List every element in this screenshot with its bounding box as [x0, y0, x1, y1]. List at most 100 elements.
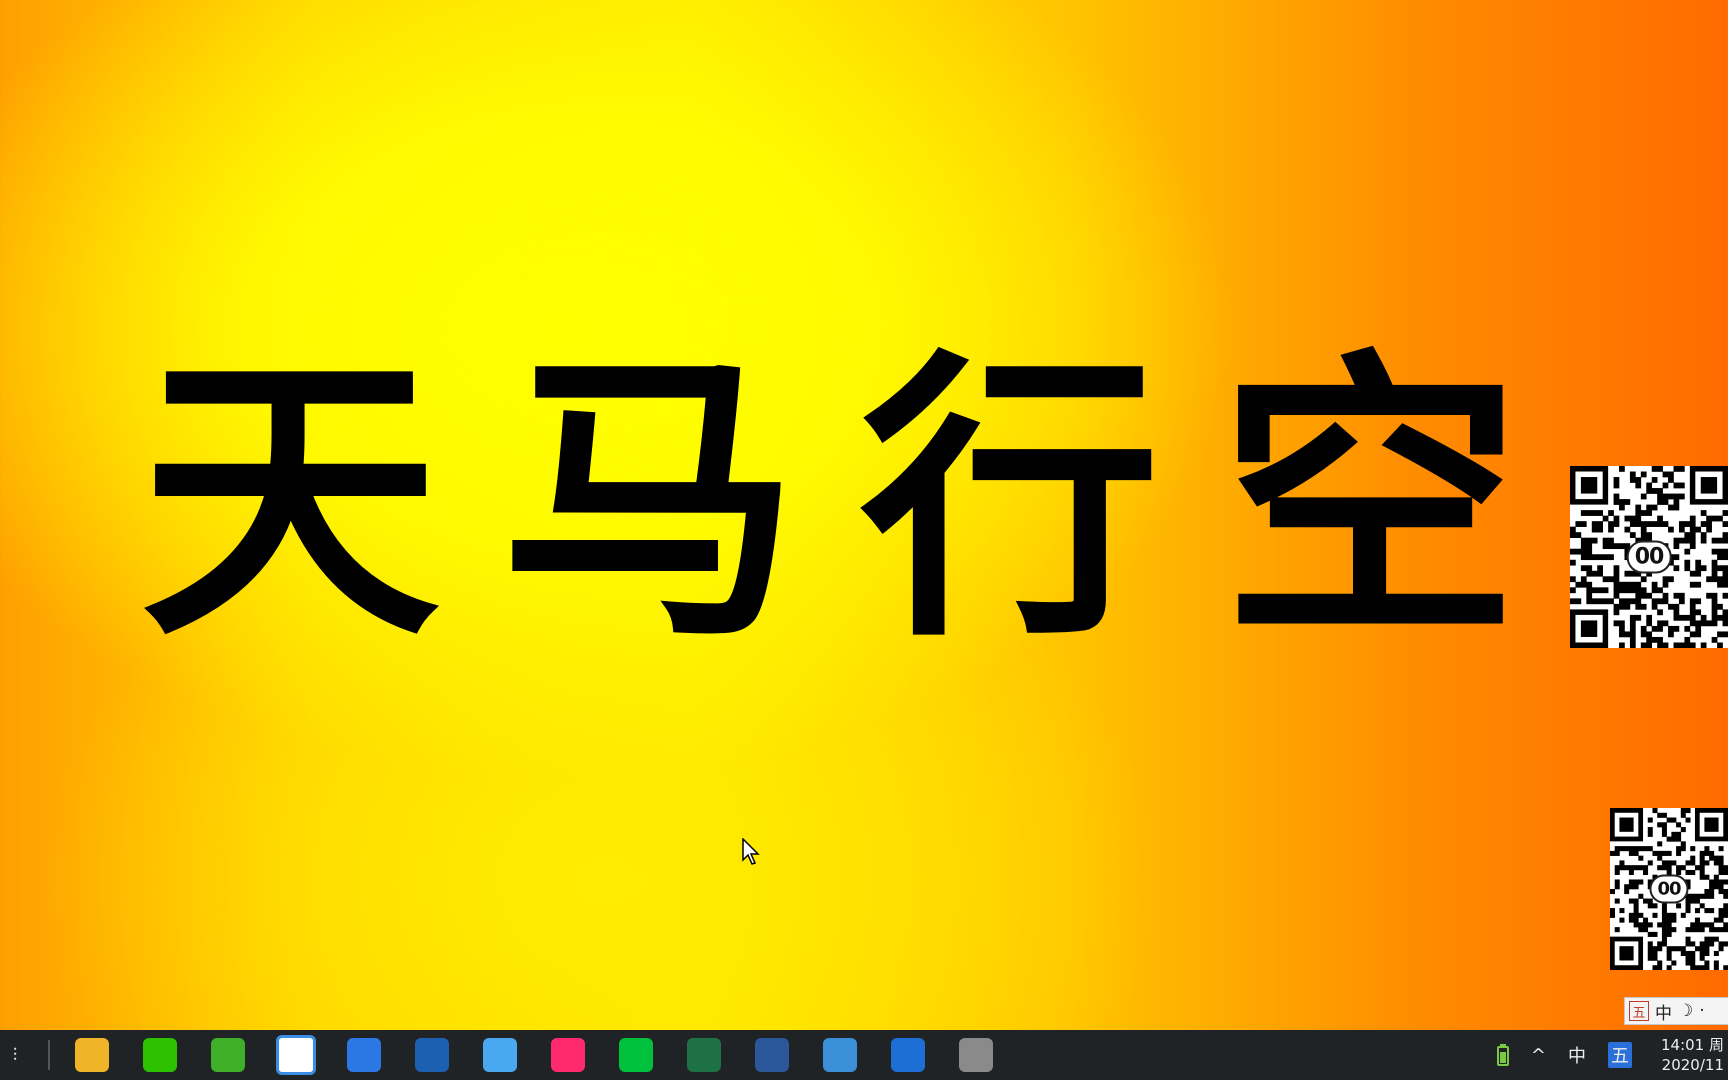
qr-module: [1684, 625, 1691, 632]
qr-module: [1668, 603, 1674, 610]
qr-module: [1608, 537, 1614, 544]
qr-module: [1643, 927, 1649, 933]
moon-icon[interactable]: ☽: [1678, 1001, 1693, 1021]
qr-module: [1673, 554, 1680, 561]
qr-module: [1671, 817, 1677, 823]
qr-module: [1602, 587, 1609, 594]
input-language-indicator[interactable]: 中: [1568, 1042, 1586, 1068]
qr-module: [1610, 912, 1616, 918]
qr-module: [1661, 860, 1667, 866]
qr-module: [1723, 865, 1728, 871]
qr-module: [1699, 955, 1705, 961]
qr-module: [1646, 488, 1653, 494]
taskbar-app-baidu-netdisk[interactable]: [274, 1033, 318, 1077]
qr-module: [1635, 598, 1642, 605]
qr-finder: [1580, 477, 1598, 494]
qr-module: [1690, 922, 1696, 928]
system-tray: ^ 中 五 14:01 周 2020/11: [1496, 1030, 1728, 1080]
qr-module: [1652, 912, 1658, 918]
taskbar-app-chat-app[interactable]: [478, 1033, 522, 1077]
qr-module: [1635, 581, 1642, 588]
qr-module: [1689, 543, 1696, 550]
show-hidden-icons-button[interactable]: ^: [1531, 1045, 1546, 1066]
qr-module: [1685, 950, 1691, 957]
qr-module: [1673, 609, 1680, 616]
qr-module: [1613, 493, 1620, 500]
qr-finder: [1700, 477, 1718, 494]
taskbar-app-screen-recorder[interactable]: [886, 1033, 930, 1077]
qr-module: [1694, 927, 1700, 933]
taskbar-app-excel[interactable]: [682, 1033, 726, 1077]
taskbar-app-video-app[interactable]: [546, 1033, 590, 1077]
clock[interactable]: 14:01 周 2020/11: [1654, 1035, 1724, 1075]
taskbar-app-iqiyi[interactable]: [614, 1033, 658, 1077]
qr-module: [1685, 903, 1691, 909]
taskbar-app-browser[interactable]: [206, 1033, 250, 1077]
taskbar-app-word[interactable]: [750, 1033, 794, 1077]
taskbar-app-wechat[interactable]: [138, 1033, 182, 1077]
qr-module: [1676, 865, 1682, 871]
qr-module: [1570, 532, 1576, 538]
qr-module: [1718, 946, 1724, 952]
qr-module: [1586, 565, 1593, 572]
qr-module: [1717, 642, 1723, 648]
qr-module: [1723, 893, 1728, 899]
qr-module: [1704, 922, 1710, 928]
qr-module: [1699, 874, 1705, 880]
taskbar-app-file-explorer[interactable]: [70, 1033, 114, 1077]
qr-module: [1633, 922, 1639, 928]
qr-module: [1657, 946, 1663, 952]
qr-module: [1673, 592, 1680, 599]
qr-module: [1717, 631, 1723, 638]
taskbar-app-microphone[interactable]: [954, 1033, 998, 1077]
qr-module: [1591, 510, 1598, 516]
qr-module: [1718, 884, 1724, 890]
task-view-button[interactable]: ⫶: [0, 1030, 30, 1080]
qr-module: [1678, 526, 1685, 533]
qr-module: [1613, 499, 1620, 505]
qr-module: [1723, 908, 1728, 914]
qr-module: [1678, 537, 1685, 544]
qr-module: [1668, 526, 1674, 533]
qr-module: [1657, 625, 1663, 632]
clock-time: 14:01 周: [1661, 1036, 1724, 1054]
word-icon: [755, 1038, 789, 1072]
qr-module: [1647, 831, 1653, 837]
taskbar-app-snipping-tool[interactable]: [818, 1033, 862, 1077]
qr-module: [1717, 614, 1723, 621]
qr-module: [1717, 603, 1723, 610]
qr-module: [1614, 850, 1620, 856]
qr-module: [1722, 548, 1728, 555]
taskbar-app-media-player[interactable]: [410, 1033, 454, 1077]
qr-module: [1690, 855, 1696, 861]
qr-module: [1695, 598, 1702, 605]
qr-module: [1678, 466, 1685, 472]
qr-module: [1699, 965, 1705, 970]
wallpaper-char: 行: [860, 323, 1160, 676]
qr-module: [1586, 581, 1593, 588]
qr-module: [1661, 908, 1667, 914]
qr-module: [1685, 860, 1691, 866]
battery-icon[interactable]: [1496, 1044, 1509, 1066]
qr-module: [1689, 532, 1696, 538]
qr-module: [1700, 521, 1707, 527]
qr-module: [1678, 521, 1685, 527]
ime-icon[interactable]: 五: [1608, 1042, 1632, 1068]
punctuation-toggle[interactable]: ·: [1699, 1001, 1704, 1021]
taskbar-app-contacts[interactable]: [342, 1033, 386, 1077]
qr-module: [1652, 950, 1658, 957]
file-explorer-icon: [75, 1038, 109, 1072]
iqiyi-icon: [619, 1038, 653, 1072]
qr-code: 00: [1610, 808, 1728, 970]
qr-module: [1689, 581, 1696, 588]
qr-module: [1646, 620, 1653, 627]
qr-module: [1694, 865, 1700, 871]
qr-module: [1657, 620, 1663, 627]
qr-module: [1680, 865, 1686, 871]
qr-module: [1635, 521, 1642, 527]
ime-mode-toggle[interactable]: 中: [1655, 999, 1672, 1024]
ime-wubi-icon[interactable]: 五: [1629, 1001, 1649, 1021]
qr-module: [1597, 570, 1603, 577]
qr-module: [1671, 836, 1677, 842]
ime-toolbar[interactable]: 五 中 ☽ ·: [1624, 997, 1728, 1025]
